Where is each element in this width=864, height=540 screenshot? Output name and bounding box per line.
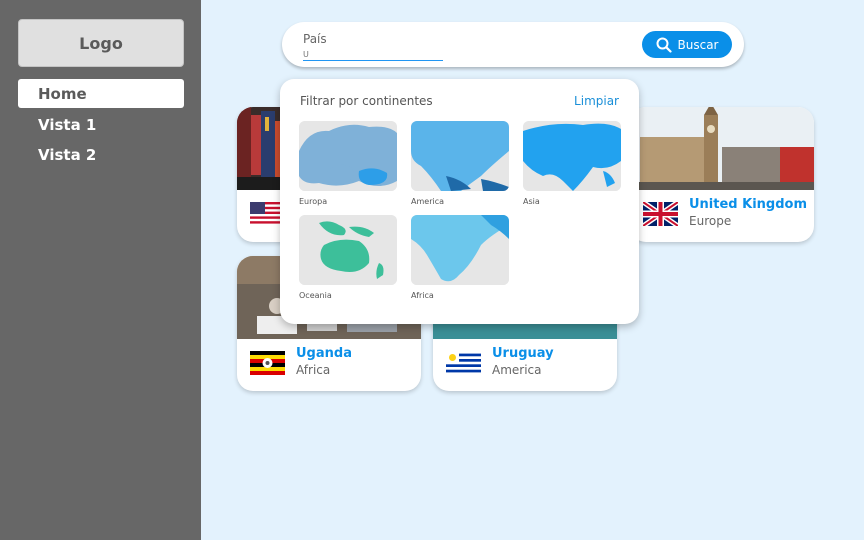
country-region: Africa <box>296 363 331 377</box>
continent-filter-popup: Filtrar por continentes Limpiar Europa A… <box>280 79 639 324</box>
country-name: Uganda <box>296 346 352 361</box>
country-name: Uruguay <box>492 346 554 361</box>
search-label: País <box>303 32 327 46</box>
continent-label: Africa <box>411 291 434 300</box>
sidebar: Logo Home Vista 1 Vista 2 <box>0 0 201 540</box>
continent-tile-america[interactable]: America <box>411 121 509 207</box>
uruguay-flag-icon <box>446 351 481 375</box>
search-bar: País Buscar <box>282 22 744 67</box>
country-card-united-kingdom[interactable]: United Kingdom Europe <box>630 107 814 242</box>
continent-tile-africa[interactable]: Africa <box>411 215 509 301</box>
country-region: Europe <box>689 214 732 228</box>
country-name: United Kingdom <box>689 197 808 212</box>
continent-tile-oceania[interactable]: Oceania <box>299 215 397 301</box>
asia-map-icon <box>523 121 621 191</box>
continent-label: Asia <box>523 197 540 206</box>
america-map-icon <box>411 121 509 191</box>
logo[interactable]: Logo <box>18 19 184 67</box>
continent-label: Europa <box>299 197 328 206</box>
country-region: America <box>492 363 542 377</box>
continent-label: Oceania <box>299 291 332 300</box>
continent-label: America <box>411 197 444 206</box>
sidebar-item-home[interactable]: Home <box>18 79 184 108</box>
europe-map-icon <box>299 121 397 191</box>
africa-map-icon <box>411 215 509 285</box>
sidebar-item-vista-1[interactable]: Vista 1 <box>18 110 184 139</box>
city-photo <box>630 107 814 190</box>
continent-tile-asia[interactable]: Asia <box>523 121 621 207</box>
sidebar-item-vista-2[interactable]: Vista 2 <box>18 140 184 169</box>
filter-title: Filtrar por continentes <box>300 94 433 108</box>
search-icon <box>656 37 672 53</box>
oceania-map-icon <box>299 215 397 285</box>
uk-flag-icon <box>643 202 678 226</box>
continent-tile-europa[interactable]: Europa <box>299 121 397 207</box>
search-button[interactable]: Buscar <box>642 31 732 58</box>
clear-filter-button[interactable]: Limpiar <box>574 94 619 108</box>
search-input[interactable] <box>303 49 443 61</box>
uganda-flag-icon <box>250 351 285 375</box>
search-button-label: Buscar <box>677 37 719 52</box>
